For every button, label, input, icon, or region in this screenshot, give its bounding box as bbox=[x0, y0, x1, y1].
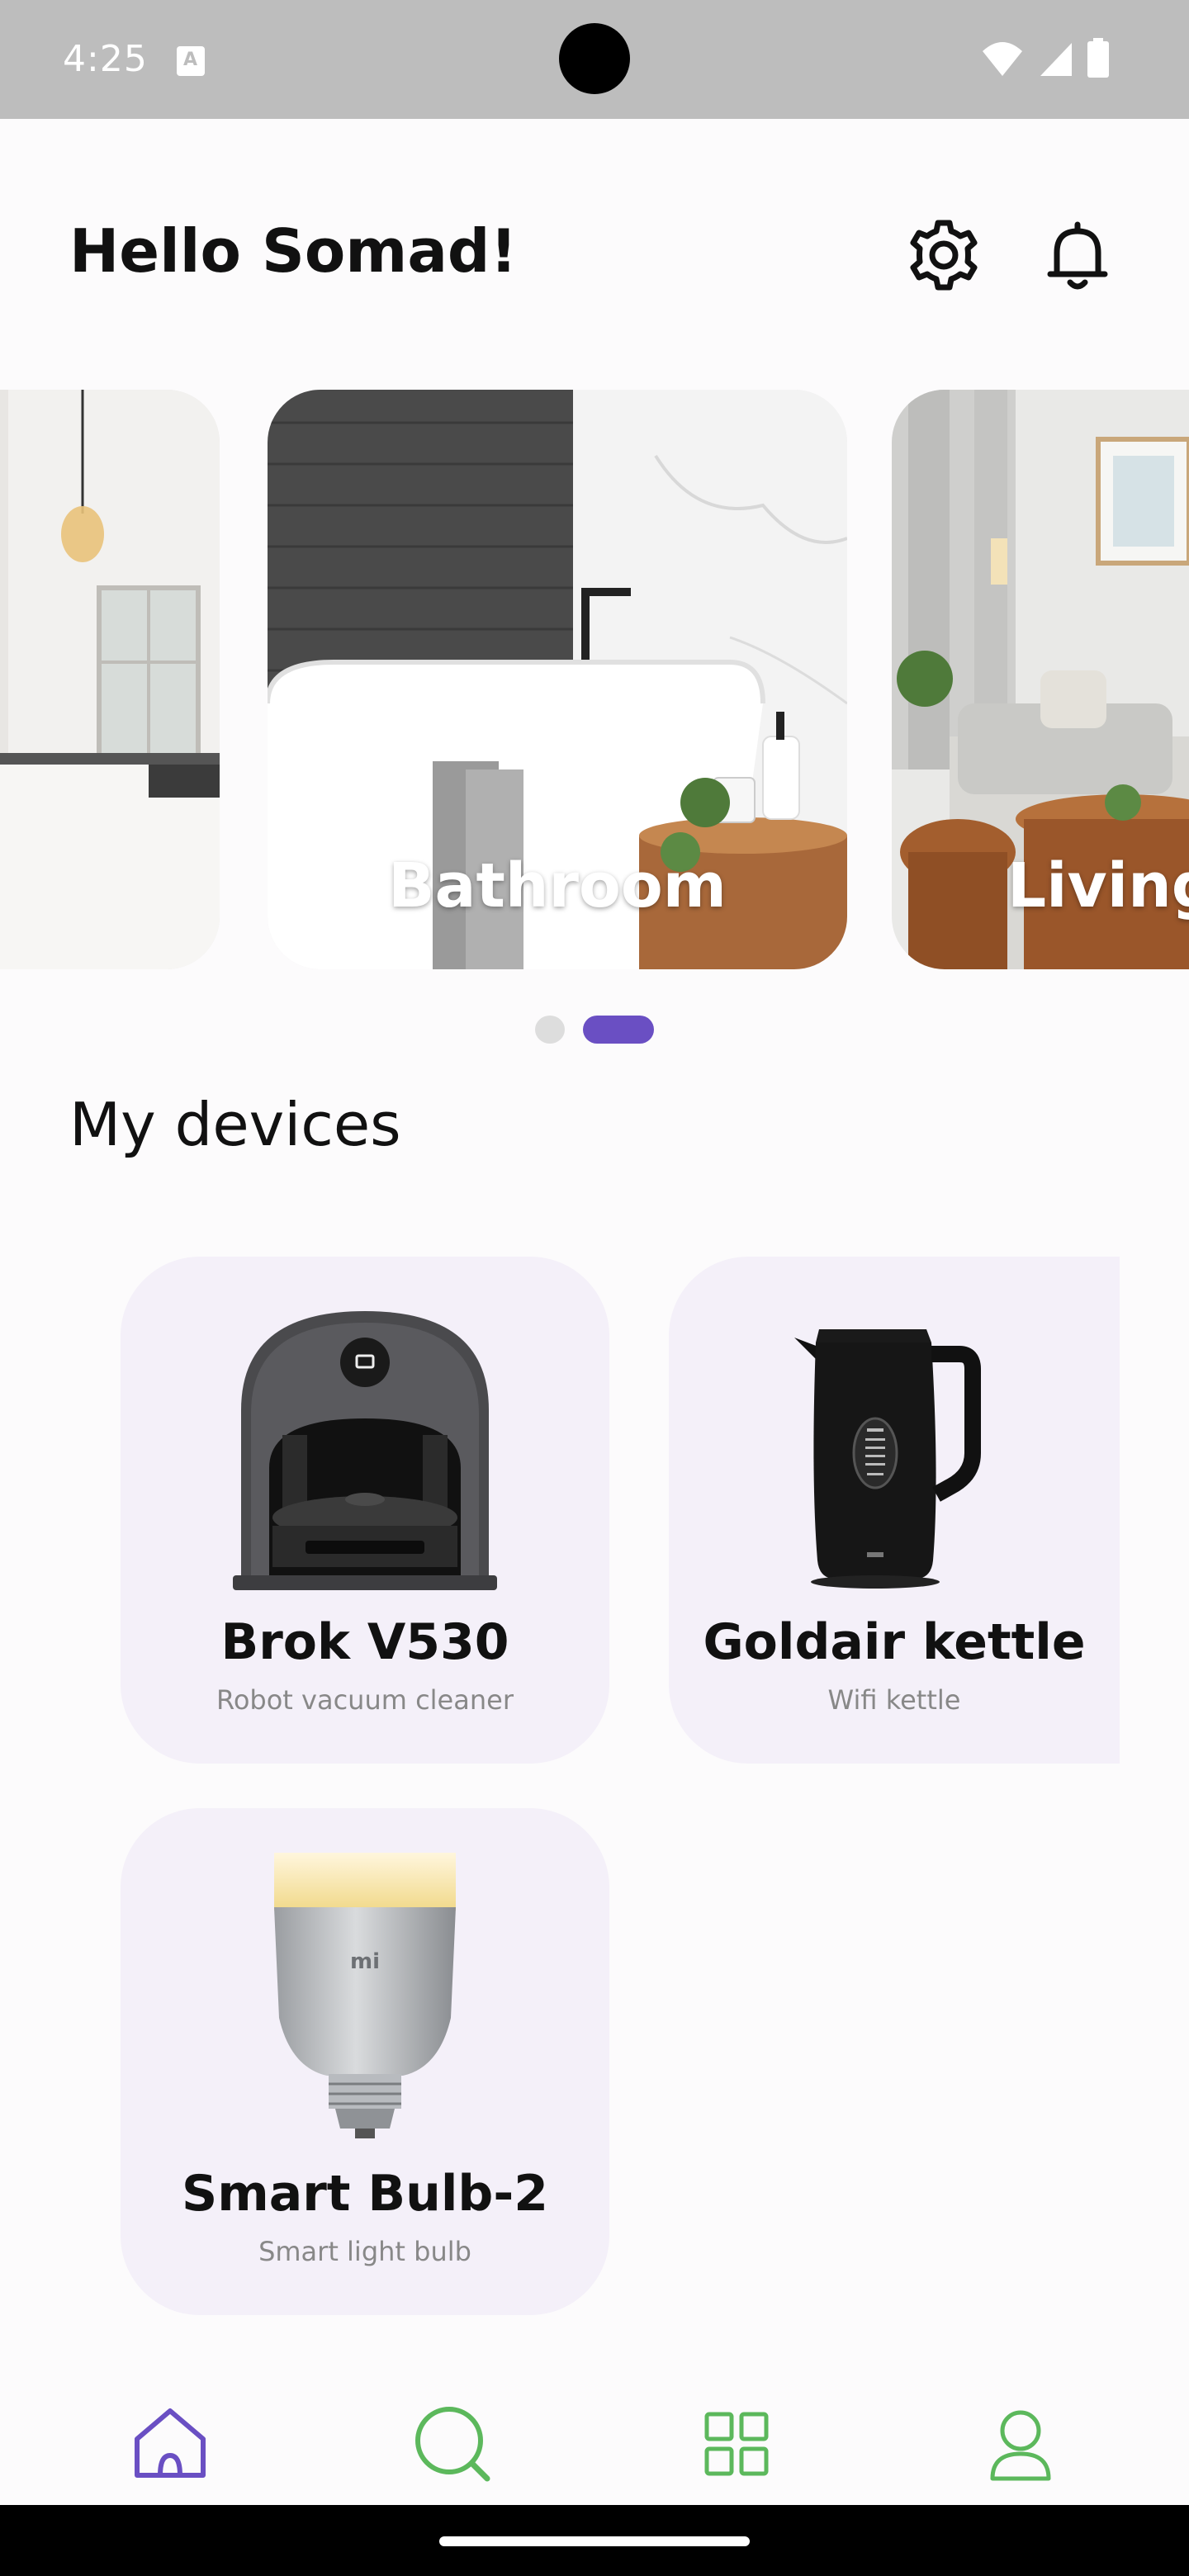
status-time: 4:25 bbox=[63, 38, 148, 80]
room-label: Living bbox=[1007, 850, 1189, 921]
home-icon bbox=[135, 2408, 206, 2478]
bottom-navigation bbox=[0, 2361, 1189, 2510]
front-camera-cutout bbox=[559, 23, 630, 94]
nav-search[interactable] bbox=[411, 2403, 494, 2485]
carousel-dot-active[interactable] bbox=[583, 1016, 654, 1044]
section-title: My devices bbox=[69, 1090, 401, 1159]
bell-icon bbox=[1047, 221, 1108, 290]
gear-icon bbox=[910, 220, 978, 291]
svg-text:mi: mi bbox=[350, 1949, 380, 1974]
grid-icon bbox=[704, 2412, 769, 2476]
device-name: Goldair kettle bbox=[703, 1613, 1086, 1671]
wifi-icon bbox=[983, 42, 1022, 76]
kettle-image bbox=[794, 1329, 982, 1589]
battery-icon bbox=[1087, 38, 1109, 78]
smart-bulb-image: mi bbox=[274, 1853, 456, 2138]
profile-icon bbox=[990, 2410, 1051, 2481]
device-subtitle: Smart light bulb bbox=[258, 2236, 471, 2267]
kitchen-image bbox=[0, 390, 220, 969]
device-card[interactable]: Brok V530 Robot vacuum cleaner bbox=[121, 1257, 609, 1764]
notifications-button[interactable] bbox=[1039, 216, 1116, 294]
app-screen: 4:25 Hello Somad! bbox=[0, 0, 1189, 2576]
settings-button[interactable] bbox=[905, 216, 983, 294]
room-card-bathroom[interactable]: Bathroom bbox=[268, 390, 847, 969]
rooms-carousel[interactable]: Bathroom Living bbox=[0, 390, 1189, 969]
room-card-kitchen[interactable] bbox=[0, 390, 220, 969]
robot-vacuum-image bbox=[233, 1311, 497, 1590]
carousel-dot[interactable] bbox=[535, 1016, 565, 1044]
system-navigation-bar bbox=[0, 2505, 1189, 2576]
device-name: Brok V530 bbox=[220, 1613, 509, 1671]
device-subtitle: Robot vacuum cleaner bbox=[216, 1684, 514, 1716]
status-bar: 4:25 bbox=[0, 0, 1189, 119]
cell-signal-icon bbox=[1040, 43, 1072, 76]
gesture-handle[interactable] bbox=[439, 2536, 750, 2546]
device-card[interactable]: Goldair kettle Wifi kettle bbox=[669, 1257, 1120, 1764]
greeting-title: Hello Somad! bbox=[69, 216, 518, 286]
device-subtitle: Wifi kettle bbox=[827, 1684, 961, 1716]
accessibility-notification-icon bbox=[177, 46, 205, 76]
device-name: Smart Bulb-2 bbox=[182, 2165, 548, 2223]
nav-home[interactable] bbox=[129, 2403, 211, 2485]
nav-profile[interactable] bbox=[979, 2403, 1062, 2485]
device-card[interactable]: mi Smart Bulb-2 Smart light bulb bbox=[121, 1808, 609, 2315]
room-label: Bathroom bbox=[388, 850, 727, 921]
nav-categories[interactable] bbox=[695, 2403, 778, 2485]
search-icon bbox=[415, 2407, 490, 2482]
room-card-living[interactable]: Living bbox=[892, 390, 1189, 969]
